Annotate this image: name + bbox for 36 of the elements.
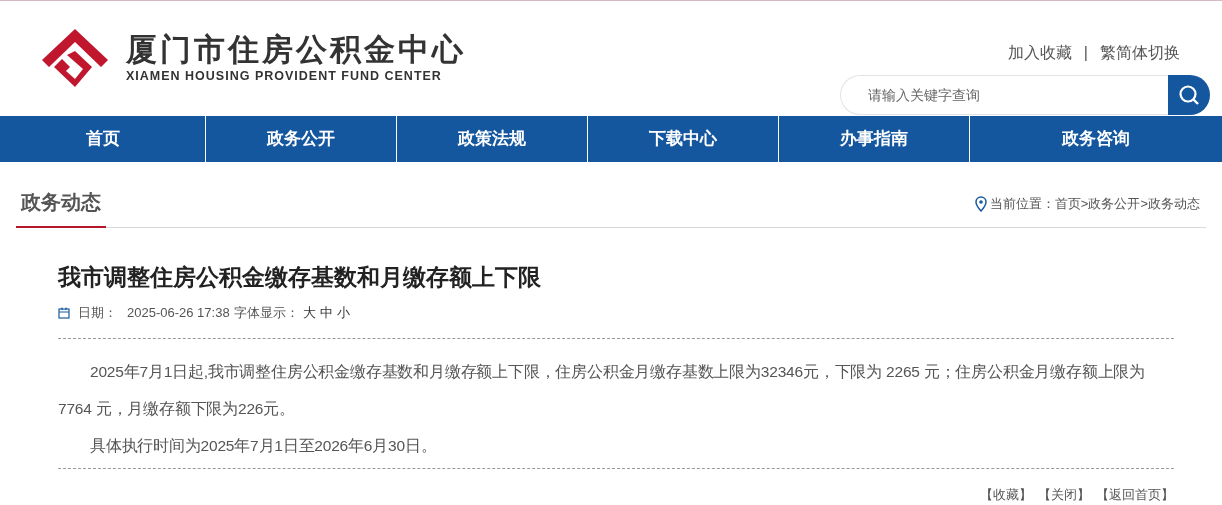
logo-icon bbox=[40, 26, 110, 89]
location-pin-icon bbox=[974, 195, 987, 212]
search-icon bbox=[1178, 84, 1200, 106]
date-label: 日期： bbox=[78, 304, 117, 322]
site-title: 厦门市住房公积金中心 bbox=[126, 31, 466, 68]
article-paragraph: 具体执行时间为2025年7月1日至2026年6月30日。 bbox=[89, 435, 438, 456]
breadcrumb-separator: > bbox=[1080, 195, 1089, 213]
article-paragraph: 2025年7月1日起,我市调整住房公积金缴存基数和月缴存额上下限，住房公积金月缴存基数上限为32346元，下限为 2265 元；住房公积金月缴存额上限为7764 元，月缴存额下限为226元。 bbox=[58, 361, 1147, 419]
link-separator: | bbox=[1083, 43, 1088, 63]
search-button[interactable] bbox=[1168, 75, 1210, 115]
breadcrumb-link[interactable]: 首页 bbox=[1054, 194, 1081, 214]
breadcrumb-separator: > bbox=[1140, 195, 1148, 213]
search-field[interactable]: 请输入关键字查询 bbox=[840, 75, 1168, 115]
font-size-option[interactable]: 小 bbox=[336, 303, 350, 323]
date-value: 2025-06-26 17:38 bbox=[127, 304, 230, 322]
article-action-link[interactable]: 【收藏】 bbox=[980, 484, 1032, 504]
breadcrumb-link[interactable]: 政务公开 bbox=[1088, 194, 1141, 214]
nav-tab[interactable]: 下载中心 bbox=[588, 116, 779, 162]
nav-tab[interactable]: 政策法规 bbox=[397, 116, 588, 162]
font-size-option[interactable]: 大 bbox=[302, 303, 316, 323]
calendar-icon bbox=[58, 306, 70, 319]
font-size-label: 字体显示： bbox=[233, 304, 299, 322]
nav-tab[interactable]: 办事指南 bbox=[779, 116, 970, 162]
section-title: 政务动态 bbox=[16, 186, 106, 228]
article-title: 我市调整住房公积金缴存基数和月缴存额上下限 bbox=[58, 263, 542, 292]
bookmark-link[interactable]: 加入收藏 bbox=[1007, 41, 1072, 65]
nav-tab[interactable]: 政务公开 bbox=[206, 116, 397, 162]
article-action-link[interactable]: 【返回首页】 bbox=[1096, 484, 1174, 504]
breadcrumb-label: 当前位置： bbox=[989, 195, 1055, 213]
article-action-link[interactable]: 【关闭】 bbox=[1038, 484, 1090, 504]
nav-tab[interactable]: 首页 bbox=[0, 116, 206, 162]
nav-tab[interactable]: 政务咨询 bbox=[970, 116, 1222, 162]
site-subtitle: XIAMEN HOUSING PROVIDENT FUND CENTER bbox=[126, 67, 443, 84]
language-switch-link[interactable]: 繁简体切换 bbox=[1100, 41, 1180, 65]
font-size-option[interactable]: 中 bbox=[319, 303, 333, 323]
breadcrumb-link[interactable]: 政务动态 bbox=[1148, 194, 1200, 214]
